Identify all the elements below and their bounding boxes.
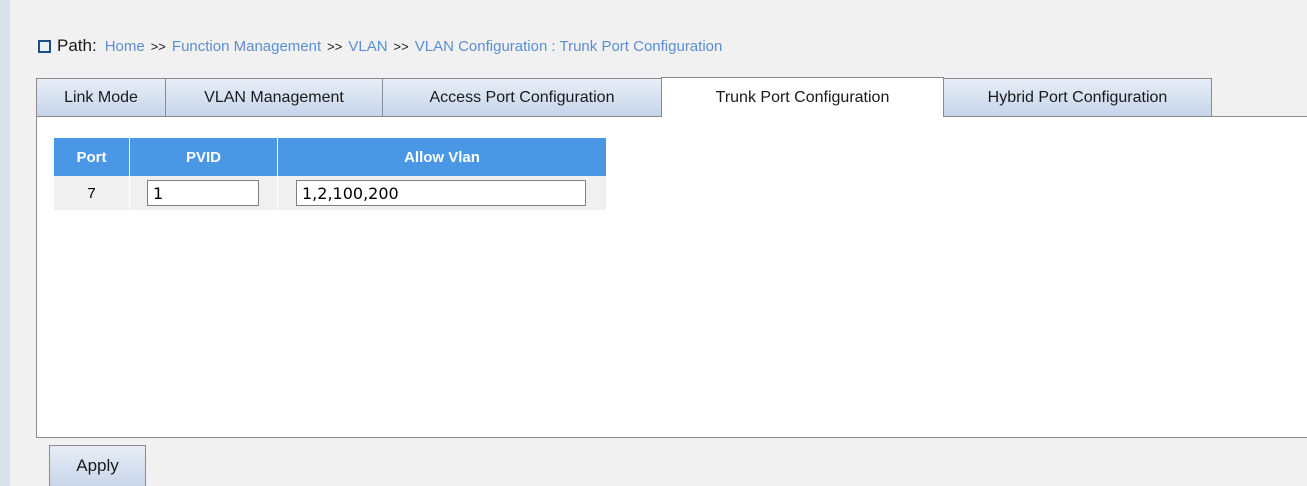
header-pvid: PVID xyxy=(129,138,278,176)
apply-button[interactable]: Apply xyxy=(49,445,146,486)
tab-hybrid-port-configuration[interactable]: Hybrid Port Configuration xyxy=(943,78,1212,116)
tab-strip: Link Mode VLAN Management Access Port Co… xyxy=(36,77,1307,117)
crumb-home[interactable]: Home xyxy=(105,38,145,55)
crumb-vlan[interactable]: VLAN xyxy=(348,38,387,55)
tab-vlan-management[interactable]: VLAN Management xyxy=(165,78,383,116)
crumb-colon: : xyxy=(551,37,556,55)
port-cell: 7 xyxy=(54,176,130,210)
allow-vlan-cell xyxy=(277,176,606,210)
left-rail xyxy=(0,0,10,486)
tab-trunk-port-configuration[interactable]: Trunk Port Configuration xyxy=(661,77,944,117)
allow-vlan-input[interactable] xyxy=(296,180,586,206)
tab-link-mode[interactable]: Link Mode xyxy=(36,78,166,116)
breadcrumb: Path: Home >> Function Management >> VLA… xyxy=(38,35,722,57)
header-port: Port xyxy=(54,138,130,176)
crumb-separator: >> xyxy=(150,38,166,54)
content-panel: Port PVID Allow Vlan 7 xyxy=(36,117,1307,438)
table-header-row: Port PVID Allow Vlan xyxy=(54,138,606,176)
crumb-vlan-configuration[interactable]: VLAN Configuration xyxy=(415,38,548,55)
path-square-icon xyxy=(38,39,51,53)
table-row: 7 xyxy=(54,176,606,210)
path-label: Path: xyxy=(57,36,97,55)
crumb-separator: >> xyxy=(327,38,343,54)
crumb-function-management[interactable]: Function Management xyxy=(172,38,321,55)
crumb-trunk-port-configuration[interactable]: Trunk Port Configuration xyxy=(559,38,722,55)
pvid-input[interactable] xyxy=(147,180,259,206)
header-allow-vlan: Allow Vlan xyxy=(277,138,606,176)
trunk-port-table: Port PVID Allow Vlan 7 xyxy=(54,138,606,210)
crumb-separator: >> xyxy=(393,38,409,54)
tab-access-port-configuration[interactable]: Access Port Configuration xyxy=(382,78,662,116)
pvid-cell xyxy=(129,176,278,210)
